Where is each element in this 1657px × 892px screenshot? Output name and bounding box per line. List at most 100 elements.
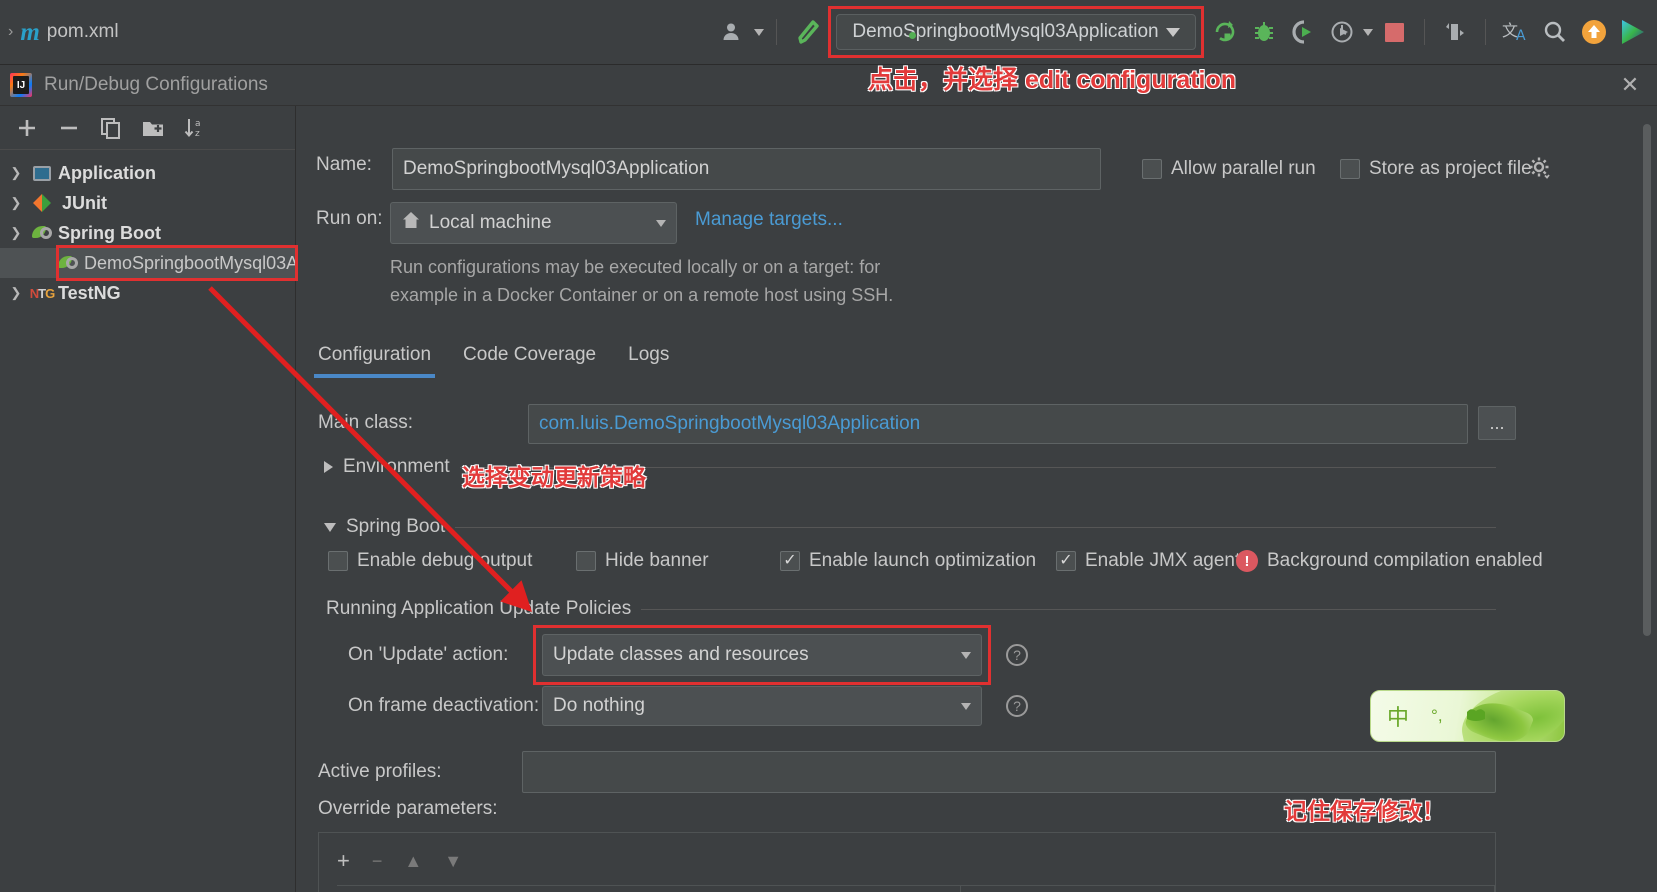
ime-mode-label[interactable]: 中	[1387, 700, 1409, 732]
checkbox-box[interactable]	[576, 551, 596, 571]
screenshot-root: › m pom.xml	[0, 0, 1657, 892]
tab-logs[interactable]: Logs	[628, 344, 669, 378]
chevron-right-icon[interactable]: ❯	[6, 195, 26, 211]
chevron-right-icon[interactable]: ❯	[6, 285, 26, 301]
add-parameter-button[interactable]: +	[337, 848, 350, 874]
chevron-down-icon[interactable]	[961, 703, 971, 710]
on-frame-deactivation-select[interactable]: Do nothing	[542, 686, 982, 726]
checkbox-box[interactable]	[1056, 551, 1076, 571]
chevron-right-icon[interactable]	[324, 461, 333, 473]
tab-configuration[interactable]: Configuration	[318, 344, 431, 378]
tree-row[interactable]: ❯ Application	[0, 158, 295, 188]
tree-item-label: Spring Boot	[58, 223, 161, 244]
tab-code-coverage[interactable]: Code Coverage	[463, 344, 596, 378]
allow-parallel-run-checkbox[interactable]: Allow parallel run	[1142, 158, 1316, 180]
move-down-button[interactable]: ▼	[444, 851, 462, 872]
gear-icon[interactable]	[1528, 156, 1552, 185]
profiler-icon[interactable]	[1324, 14, 1360, 50]
tree-row[interactable]: DemoSpringbootMysql03A	[0, 248, 295, 278]
store-as-project-file-label: Store as project file	[1369, 158, 1532, 180]
ime-widget[interactable]: 中 °,	[1370, 690, 1565, 742]
environment-section-title: Environment	[343, 456, 450, 478]
chevron-right-icon[interactable]: ❯	[6, 165, 26, 181]
chevron-down-icon[interactable]	[656, 220, 666, 227]
build-hammer-icon[interactable]	[789, 14, 825, 50]
main-class-label: Main class:	[318, 412, 413, 434]
checkbox-box[interactable]	[328, 551, 348, 571]
run-on-target-select[interactable]: Local machine	[390, 202, 677, 244]
configurations-tree: ❯ Application ❯ JUnit ❯	[0, 150, 295, 892]
name-input[interactable]: DemoSpringbootMysql03Application	[392, 148, 1101, 190]
annotation-bottom: 记住保存修改！	[1284, 792, 1445, 826]
breadcrumb-file-label: pom.xml	[47, 21, 119, 43]
profiler-chevron-down-icon[interactable]	[1363, 29, 1373, 36]
translate-icon[interactable]: 文 A	[1498, 14, 1534, 50]
enable-jmx-agent-checkbox[interactable]: Enable JMX agent	[1056, 550, 1240, 572]
close-icon[interactable]: ✕	[1619, 74, 1641, 96]
override-parameters-table: + − ▲ ▼ Name Value	[318, 832, 1496, 892]
new-folder-button[interactable]	[136, 111, 170, 145]
update-policies-section-header: Running Application Update Policies	[326, 598, 1496, 620]
details-scrollbar[interactable]	[1643, 124, 1651, 636]
active-profiles-input[interactable]	[522, 751, 1496, 793]
add-configuration-button[interactable]	[10, 111, 44, 145]
run-config-chevron-down-icon[interactable]	[1166, 28, 1180, 37]
keyboard-icon[interactable]	[1465, 703, 1487, 729]
chevron-down-icon[interactable]: ❯	[6, 225, 26, 241]
annotation-middle: 选择变动更新策略	[462, 458, 646, 492]
manage-targets-link[interactable]: Manage targets...	[695, 209, 843, 231]
run-on-label: Run on:	[316, 208, 383, 230]
store-as-project-file-checkbox[interactable]: Store as project file	[1340, 158, 1532, 180]
media-play-icon[interactable]	[1615, 14, 1651, 50]
enable-launch-optimization-checkbox[interactable]: Enable launch optimization	[780, 550, 1036, 572]
run-debug-configurations-dialog: Run/Debug Configurations ✕	[0, 64, 1657, 892]
toolbar-divider-1	[776, 19, 777, 45]
tree-row[interactable]: ❯ NTG TestNG	[0, 278, 295, 308]
bookmarks-icon[interactable]	[1437, 14, 1473, 50]
chevron-down-icon[interactable]	[961, 652, 971, 659]
sort-az-icon[interactable]: a z	[178, 111, 212, 145]
override-parameters-label: Override parameters:	[318, 798, 498, 820]
copy-configuration-button[interactable]	[94, 111, 128, 145]
name-label: Name:	[316, 154, 388, 176]
tree-item-label: DemoSpringbootMysql03A	[84, 253, 298, 274]
chevron-down-icon[interactable]	[324, 523, 336, 532]
user-menu-chevron-icon[interactable]	[754, 29, 764, 36]
svg-text:a: a	[195, 119, 201, 129]
punctuation-icon[interactable]: °,	[1431, 706, 1443, 726]
run-with-coverage-icon[interactable]	[1285, 14, 1321, 50]
remove-configuration-button[interactable]	[52, 111, 86, 145]
on-update-action-select[interactable]: Update classes and resources	[542, 634, 982, 676]
update-arrow-icon[interactable]	[1576, 14, 1612, 50]
enable-debug-output-checkbox[interactable]: Enable debug output	[328, 550, 532, 572]
rerun-icon[interactable]	[1207, 14, 1243, 50]
main-class-browse-button[interactable]: ...	[1478, 406, 1516, 440]
ide-toolbar: › m pom.xml	[0, 0, 1657, 64]
enable-jmx-agent-label: Enable JMX agent	[1085, 550, 1240, 572]
search-everywhere-icon[interactable]	[1537, 14, 1573, 50]
checkbox-box[interactable]	[780, 551, 800, 571]
tree-item-label: JUnit	[62, 193, 107, 214]
run-configuration-selector[interactable]: DemoSpringbootMysql03Application	[836, 14, 1196, 50]
checkbox-box[interactable]	[1340, 159, 1360, 179]
stop-icon[interactable]	[1376, 14, 1412, 50]
help-icon[interactable]: ?	[1006, 695, 1028, 717]
enable-debug-output-label: Enable debug output	[357, 550, 532, 572]
column-header-name[interactable]: Name	[337, 886, 961, 892]
remove-parameter-button[interactable]: −	[372, 851, 383, 872]
main-class-value: com.luis.DemoSpringbootMysql03Applicatio…	[539, 413, 920, 435]
tree-row[interactable]: ❯ JUnit	[0, 188, 295, 218]
user-avatar-icon[interactable]	[715, 14, 751, 50]
intellij-logo-icon	[10, 73, 32, 97]
run-on-hint-line-1: Run configurations may be executed local…	[390, 254, 880, 280]
column-header-value[interactable]: Value	[961, 886, 1495, 892]
spring-boot-section-header[interactable]: Spring Boot	[324, 516, 1496, 538]
main-class-input[interactable]: com.luis.DemoSpringbootMysql03Applicatio…	[528, 404, 1468, 444]
checkbox-box[interactable]	[1142, 159, 1162, 179]
hide-banner-checkbox[interactable]: Hide banner	[576, 550, 709, 572]
tree-row[interactable]: ❯ Spring Boot	[0, 218, 295, 248]
section-divider	[641, 609, 1496, 610]
move-up-button[interactable]: ▲	[404, 851, 422, 872]
help-icon[interactable]: ?	[1006, 644, 1028, 666]
debug-bug-icon[interactable]	[1246, 14, 1282, 50]
